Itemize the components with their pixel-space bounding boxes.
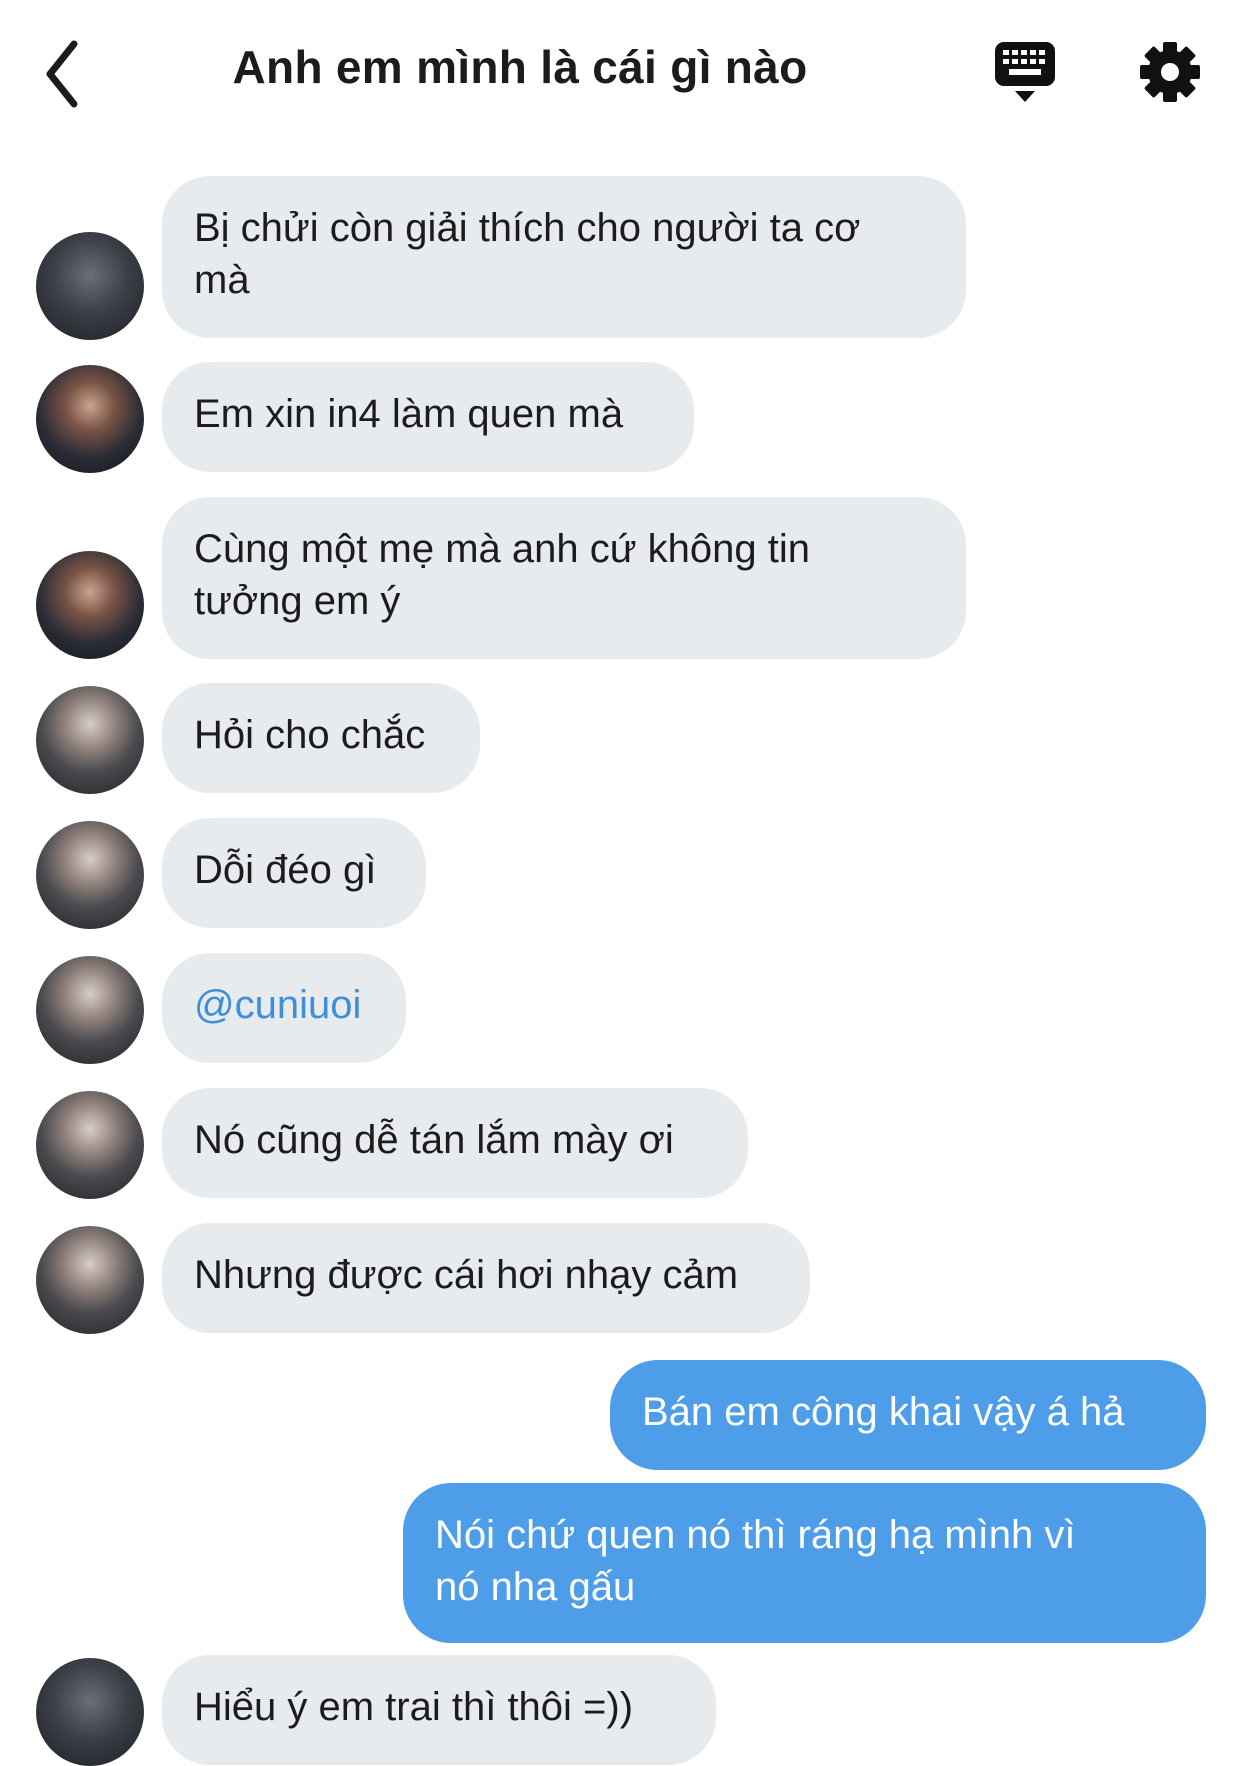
- message-bubble[interactable]: Hỏi cho chắc: [162, 683, 480, 793]
- mention-bubble[interactable]: @cuniuoi: [162, 953, 406, 1063]
- gear-icon: [1140, 42, 1200, 102]
- sent-message-bubble[interactable]: Nói chứ quen nó thì ráng hạ mình vì nó n…: [403, 1483, 1206, 1643]
- message-bubble[interactable]: Hiểu ý em trai thì thôi =)): [162, 1655, 716, 1765]
- back-button[interactable]: [40, 34, 100, 114]
- keyboard-icon: [995, 42, 1055, 102]
- back-chevron-icon: [46, 40, 78, 108]
- message-bubble[interactable]: Nó cũng dễ tán lắm mày ơi: [162, 1088, 748, 1198]
- avatar[interactable]: [36, 551, 144, 659]
- avatar[interactable]: [36, 365, 144, 473]
- avatar[interactable]: [36, 956, 144, 1064]
- chat-title: Anh em mình là cái gì nào: [232, 41, 808, 93]
- chat-header: Anh em mình là cái gì nào: [0, 0, 1242, 150]
- avatar[interactable]: [36, 232, 144, 340]
- message-bubble[interactable]: Nhưng được cái hơi nhạy cảm: [162, 1223, 810, 1333]
- avatar[interactable]: [36, 1226, 144, 1334]
- message-bubble[interactable]: Dỗi đéo gì: [162, 818, 426, 928]
- avatar[interactable]: [36, 1658, 144, 1766]
- sent-message-bubble[interactable]: Bán em công khai vậy á hả: [610, 1360, 1206, 1470]
- message-bubble[interactable]: Cùng một mẹ mà anh cứ không tin tưởng em…: [162, 497, 966, 659]
- avatar[interactable]: [36, 686, 144, 794]
- message-bubble[interactable]: Em xin in4 làm quen mà: [162, 362, 694, 472]
- message-bubble[interactable]: Bị chửi còn giải thích cho người ta cơ m…: [162, 176, 966, 338]
- avatar[interactable]: [36, 821, 144, 929]
- settings-button[interactable]: [1138, 40, 1202, 104]
- keyboard-button[interactable]: [992, 40, 1058, 108]
- avatar[interactable]: [36, 1091, 144, 1199]
